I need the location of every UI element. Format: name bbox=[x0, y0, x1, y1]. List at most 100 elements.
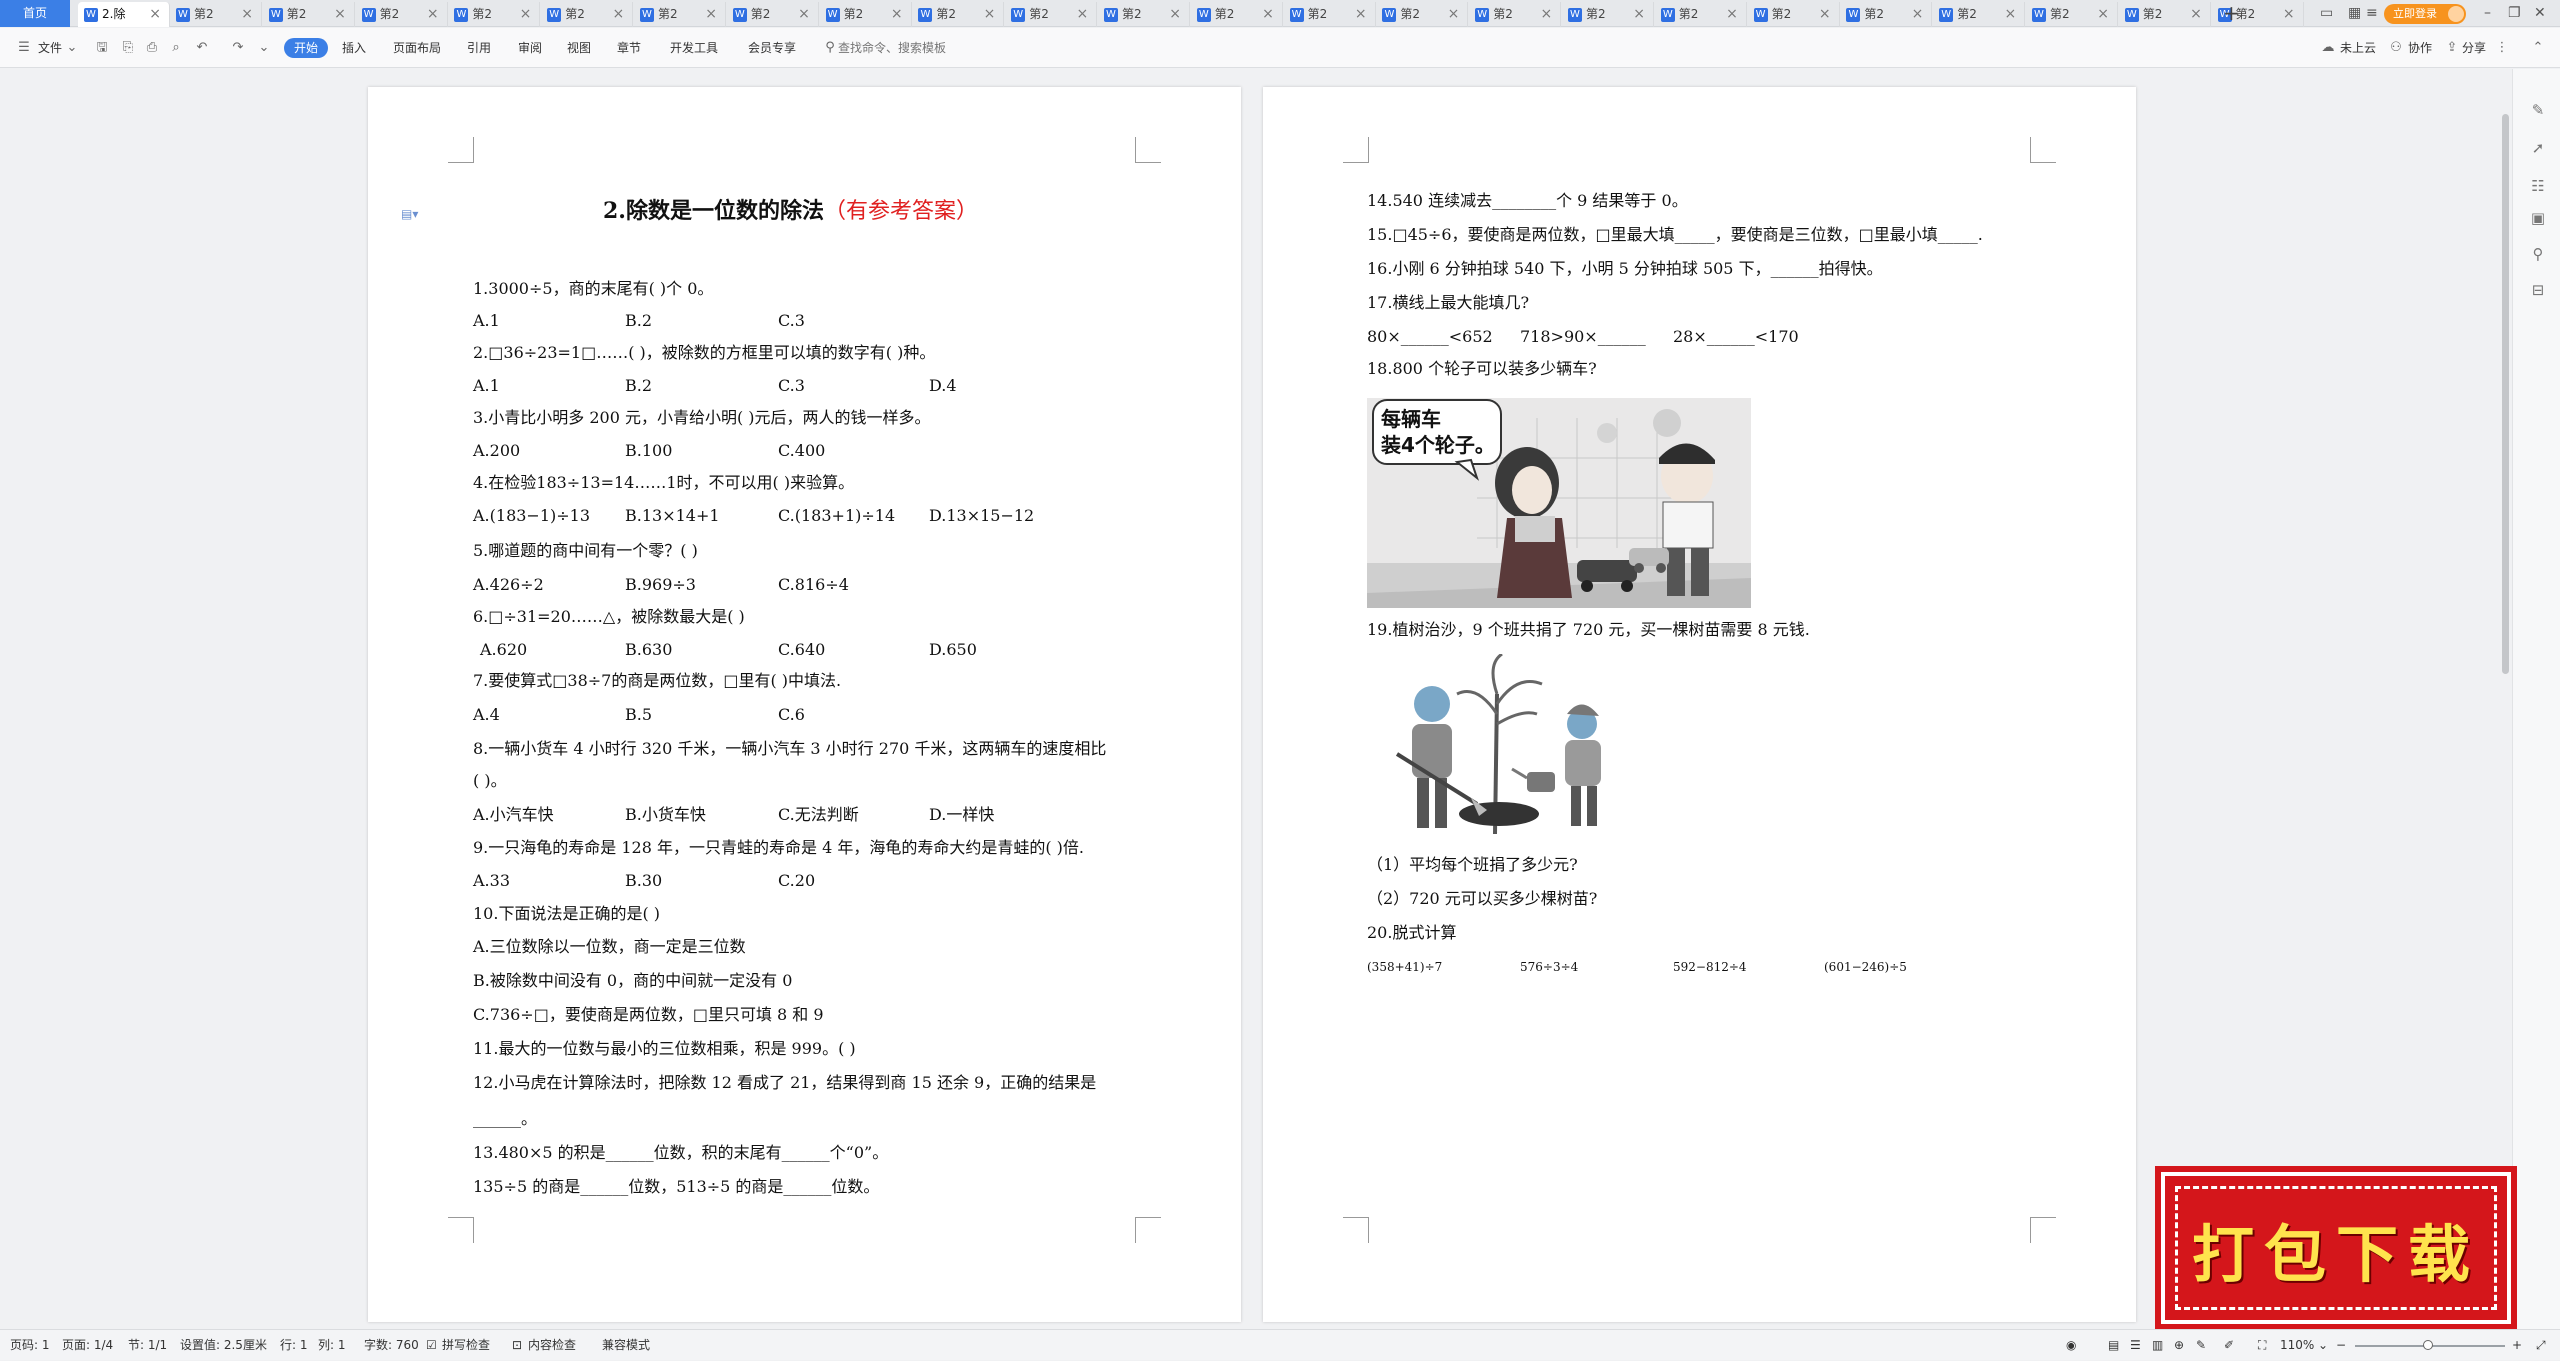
tab-chapter[interactable]: 章节 bbox=[617, 28, 641, 68]
close-tab-icon[interactable]: × bbox=[1819, 2, 1831, 26]
document-tab[interactable]: W 第2 × bbox=[1748, 2, 1840, 27]
zoom-in-icon[interactable]: + bbox=[2512, 1330, 2522, 1361]
tab-view[interactable]: 视图 bbox=[567, 28, 591, 68]
web-view-icon[interactable]: ⊕ bbox=[2174, 1330, 2184, 1361]
close-tab-icon[interactable]: × bbox=[334, 2, 346, 26]
status-page-number[interactable]: 页码: 1 bbox=[10, 1330, 50, 1361]
download-package-badge[interactable]: 打包下载 bbox=[2159, 1170, 2513, 1326]
close-tab-icon[interactable]: × bbox=[1726, 2, 1738, 26]
zoom-slider-knob[interactable] bbox=[2423, 1340, 2433, 1350]
close-tab-icon[interactable]: × bbox=[1262, 2, 1274, 26]
tab-insert[interactable]: 插入 bbox=[342, 28, 366, 68]
chevron-down-icon[interactable]: ⌄ bbox=[64, 40, 80, 56]
home-tab[interactable]: 首页 bbox=[0, 0, 70, 27]
document-tab[interactable]: W 第2 × bbox=[1655, 2, 1747, 27]
close-tab-icon[interactable]: × bbox=[1633, 2, 1645, 26]
document-page-2[interactable]: 14.540 连续减去________个 9 结果等于 0。 15.□45÷6，要… bbox=[1263, 87, 2136, 1322]
undo-icon[interactable]: ↶ bbox=[194, 40, 210, 56]
close-tab-icon[interactable]: × bbox=[2190, 2, 2202, 26]
zoom-level[interactable]: 110% bbox=[2280, 1330, 2314, 1361]
page-view-icon[interactable]: ▤ bbox=[2108, 1330, 2119, 1361]
content-check-button[interactable]: 内容检查 bbox=[528, 1330, 576, 1361]
document-tab[interactable]: W 第2 × bbox=[1005, 2, 1098, 27]
image-icon[interactable]: ▣ bbox=[2529, 209, 2547, 227]
close-tab-icon[interactable]: × bbox=[427, 2, 439, 26]
document-tab[interactable]: W 第2 × bbox=[1469, 2, 1562, 27]
document-tab[interactable]: W 第2 × bbox=[2119, 2, 2211, 27]
document-tab-active[interactable]: W 2.除 × bbox=[78, 2, 170, 27]
status-row[interactable]: 行: 1 bbox=[280, 1330, 308, 1361]
book-icon[interactable]: ⊟ bbox=[2529, 281, 2547, 299]
login-button[interactable]: 立即登录 bbox=[2384, 4, 2466, 24]
paragraph-handle-icon[interactable]: ▤▾ bbox=[401, 207, 418, 221]
document-tab[interactable]: W 第2 × bbox=[263, 2, 355, 27]
close-tab-icon[interactable]: × bbox=[1169, 2, 1181, 26]
close-tab-icon[interactable]: × bbox=[612, 2, 624, 26]
tab-review[interactable]: 审阅 bbox=[518, 28, 542, 68]
close-tab-icon[interactable]: × bbox=[1540, 2, 1552, 26]
adjust-sliders-icon[interactable]: ☷ bbox=[2529, 177, 2547, 195]
preview-icon[interactable]: ⌕ bbox=[168, 40, 184, 56]
document-tab[interactable]: W 第2 × bbox=[820, 2, 912, 27]
close-tab-icon[interactable]: × bbox=[241, 2, 253, 26]
close-tab-icon[interactable]: × bbox=[2283, 2, 2295, 26]
restore-icon[interactable]: ❐ bbox=[2508, 0, 2521, 27]
command-search-input[interactable] bbox=[838, 28, 1018, 68]
close-window-icon[interactable]: ✕ bbox=[2534, 0, 2546, 27]
print-icon[interactable]: ⎙ bbox=[144, 40, 160, 56]
close-tab-icon[interactable]: × bbox=[1076, 2, 1088, 26]
tab-start[interactable]: 开始 bbox=[284, 38, 329, 58]
document-tab[interactable]: W 第2 × bbox=[1933, 2, 2026, 27]
eye-protect-icon[interactable]: ◉ bbox=[2066, 1330, 2076, 1361]
reading-view-icon[interactable]: ▥ bbox=[2152, 1330, 2163, 1361]
scrollbar-thumb[interactable] bbox=[2502, 114, 2509, 674]
document-tab[interactable]: W 第2 × bbox=[1098, 2, 1190, 27]
tab-page-layout[interactable]: 页面布局 bbox=[393, 28, 441, 68]
tab-member[interactable]: 会员专享 bbox=[748, 28, 796, 68]
document-tab[interactable]: W 第2 × bbox=[448, 2, 541, 27]
cloud-status[interactable]: 未上云 bbox=[2340, 28, 2376, 68]
minimize-icon[interactable]: – bbox=[2484, 0, 2491, 27]
close-tab-icon[interactable]: × bbox=[2097, 2, 2109, 26]
document-tab[interactable]: W 第2 × bbox=[541, 2, 634, 27]
hamburger-icon[interactable]: ☰ bbox=[16, 40, 32, 56]
more-icon[interactable]: ⌄ bbox=[256, 40, 272, 56]
new-tab-button[interactable]: + bbox=[2223, 0, 2240, 27]
close-tab-icon[interactable]: × bbox=[149, 2, 161, 26]
status-setting[interactable]: 设置值: 2.5厘米 bbox=[180, 1330, 267, 1361]
document-tab[interactable]: W 第2 × bbox=[2026, 2, 2118, 27]
close-tab-icon[interactable]: × bbox=[705, 2, 717, 26]
more-options-icon[interactable]: ⋮ bbox=[2494, 40, 2510, 56]
expand-icon[interactable]: ⤢ bbox=[2536, 1330, 2546, 1361]
share-button[interactable]: 分享 bbox=[2462, 28, 2486, 68]
status-col[interactable]: 列: 1 bbox=[318, 1330, 346, 1361]
zoom-dropdown-icon[interactable]: ⌄ bbox=[2318, 1330, 2328, 1361]
menu-icon[interactable]: ≡ bbox=[2366, 0, 2378, 27]
annotate-icon[interactable]: ✐ bbox=[2224, 1330, 2234, 1361]
document-tab[interactable]: W 第2 × bbox=[634, 2, 726, 27]
spell-check-button[interactable]: 拼写检查 bbox=[442, 1330, 490, 1361]
document-tab[interactable]: W 第2 × bbox=[1376, 2, 1469, 27]
redo-icon[interactable]: ↷ bbox=[230, 40, 246, 56]
close-tab-icon[interactable]: × bbox=[1355, 2, 1367, 26]
close-tab-icon[interactable]: × bbox=[1448, 2, 1460, 26]
document-tab[interactable]: W 第2 × bbox=[1284, 2, 1376, 27]
location-pin-icon[interactable]: ⚲ bbox=[2529, 245, 2547, 263]
zoom-out-icon[interactable]: − bbox=[2336, 1330, 2346, 1361]
document-tab[interactable]: W 第2 × bbox=[1562, 2, 1654, 27]
zoom-slider[interactable] bbox=[2355, 1340, 2505, 1350]
status-section[interactable]: 节: 1/1 bbox=[128, 1330, 167, 1361]
close-tab-icon[interactable]: × bbox=[1912, 2, 1924, 26]
document-tab[interactable]: W 第2 × bbox=[912, 2, 1005, 27]
outline-view-icon[interactable]: ☰ bbox=[2130, 1330, 2141, 1361]
export-icon[interactable]: ⎘ bbox=[120, 40, 136, 56]
document-tab[interactable]: W 第2 × bbox=[170, 2, 262, 27]
document-page-1[interactable]: ▤▾ 2.除数是一位数的除法（有参考答案） 1.3000÷5，商的末尾有( )个… bbox=[368, 87, 1241, 1322]
apps-grid-icon[interactable]: ▦ bbox=[2348, 0, 2361, 27]
fit-zoom-icon[interactable]: ⛶ bbox=[2258, 1330, 2266, 1361]
tab-references[interactable]: 引用 bbox=[467, 28, 491, 68]
close-tab-icon[interactable]: × bbox=[984, 2, 996, 26]
select-cursor-icon[interactable]: ➚ bbox=[2529, 139, 2547, 157]
file-menu[interactable]: 文件 bbox=[38, 28, 62, 68]
edit-pen-icon[interactable]: ✎ bbox=[2529, 101, 2547, 119]
